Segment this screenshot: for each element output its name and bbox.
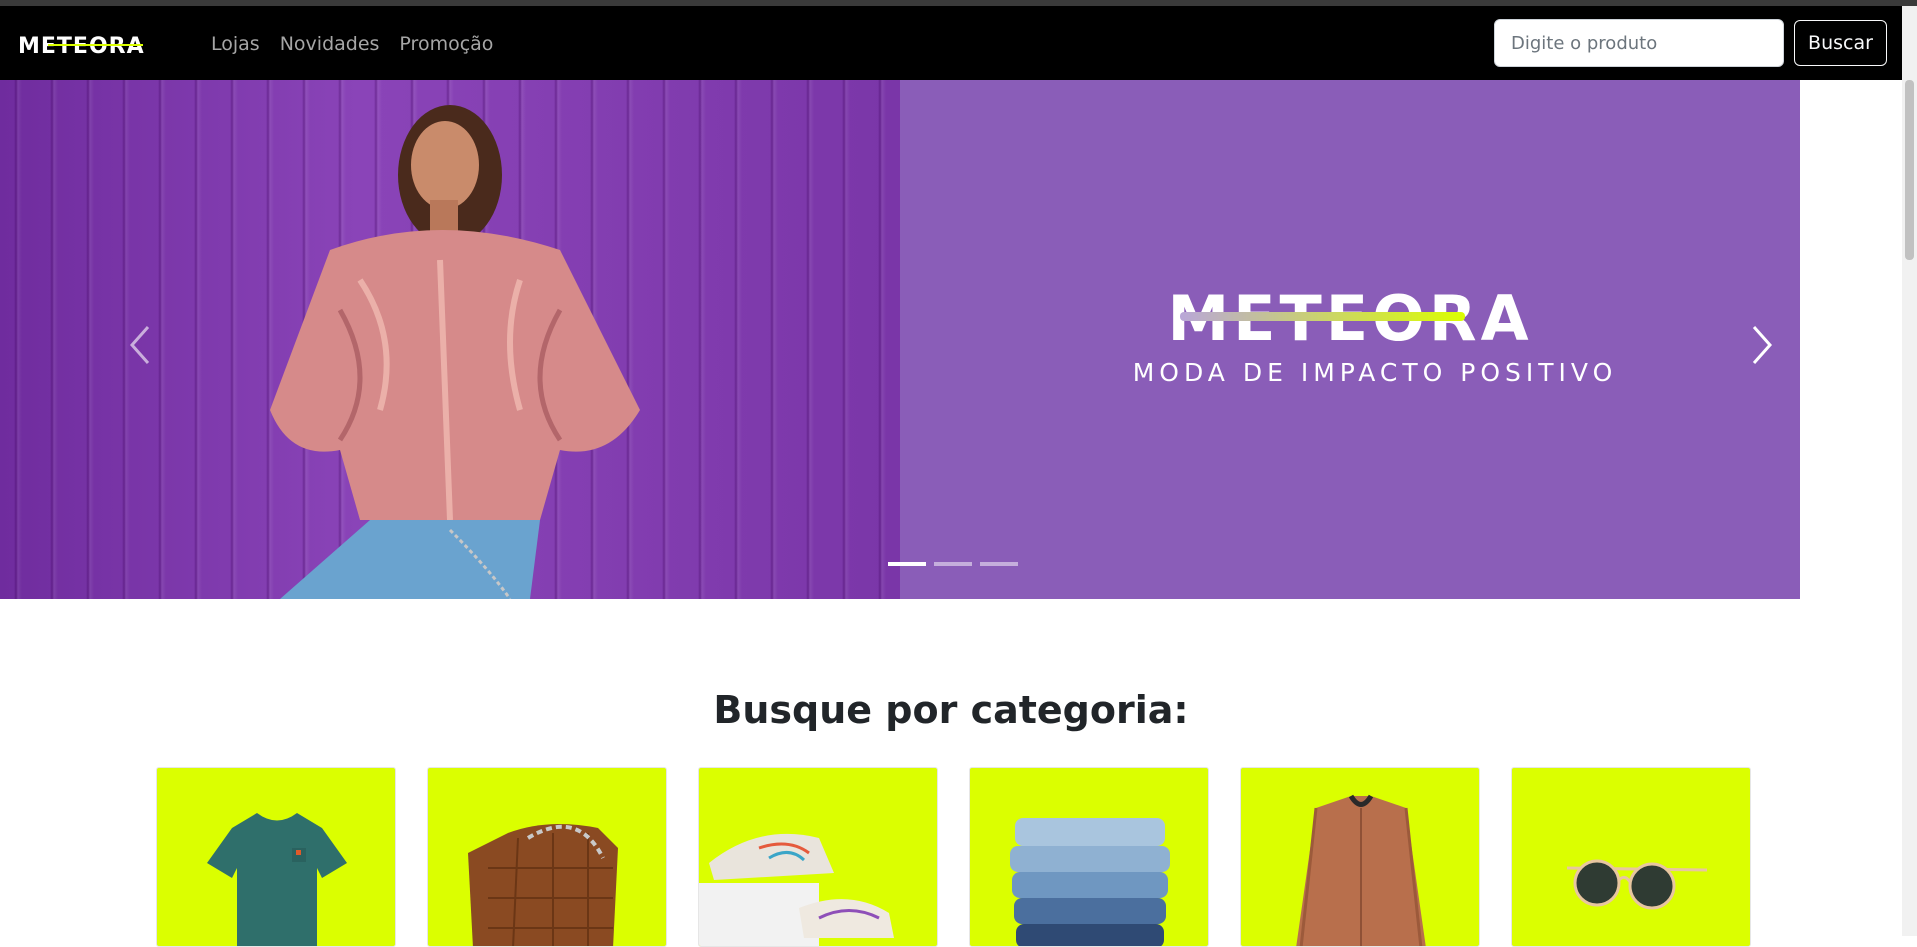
nav-links: Lojas Novidades Promoção <box>211 30 493 58</box>
jacket-icon <box>1296 794 1426 946</box>
carousel-indicator-2[interactable] <box>934 562 972 566</box>
carousel-indicator-3[interactable] <box>980 562 1018 566</box>
category-card-tshirt[interactable] <box>156 767 396 947</box>
model-jeans <box>280 520 540 599</box>
carousel-indicator-1[interactable] <box>888 562 926 566</box>
category-card-jackets[interactable] <box>1240 767 1480 947</box>
model-face <box>411 121 479 209</box>
hero-banner: METEORA MODA DE IMPACTO POSITIVO <box>900 80 1800 599</box>
category-card-jeans[interactable] <box>969 767 1209 947</box>
navbar: METEORA Lojas Novidades Promoção Buscar <box>0 6 1902 80</box>
carousel-indicators <box>888 562 1018 566</box>
jeans-icon <box>1010 818 1170 946</box>
category-card-accessories[interactable] <box>1511 767 1751 947</box>
chevron-left-icon <box>129 326 150 364</box>
hero-carousel: METEORA MODA DE IMPACTO POSITIVO <box>0 80 1800 599</box>
scrollbar-thumb[interactable] <box>1905 80 1914 260</box>
category-card-bags[interactable] <box>427 767 667 947</box>
category-section-title: Busque por categoria: <box>713 687 1189 732</box>
nav-link-lojas[interactable]: Lojas <box>211 30 260 58</box>
tshirt-icon <box>207 813 347 946</box>
sunglasses-icon <box>1566 859 1708 910</box>
nav-link-promocao[interactable]: Promoção <box>399 30 493 58</box>
category-list <box>156 767 1751 947</box>
sneakers-icon <box>699 833 894 946</box>
category-card-shoes[interactable] <box>698 767 938 947</box>
banner-logo-streak <box>1180 312 1465 321</box>
brand-logo[interactable]: METEORA <box>18 32 178 58</box>
search-button[interactable]: Buscar <box>1794 20 1887 66</box>
nav-link-novidades[interactable]: Novidades <box>280 30 380 58</box>
model-jacket <box>270 230 640 520</box>
search-input[interactable] <box>1494 19 1784 67</box>
handbag-icon <box>468 824 618 946</box>
chevron-right-icon <box>1752 326 1773 364</box>
brand-logo-mark: METEORA <box>18 34 144 58</box>
carousel-prev-button[interactable] <box>112 305 172 385</box>
carousel-next-button[interactable] <box>1730 305 1790 385</box>
banner-tagline: MODA DE IMPACTO POSITIVO <box>1132 358 1618 387</box>
page-scrollbar[interactable] <box>1902 6 1917 936</box>
banner-logo: METEORA <box>1167 288 1528 348</box>
